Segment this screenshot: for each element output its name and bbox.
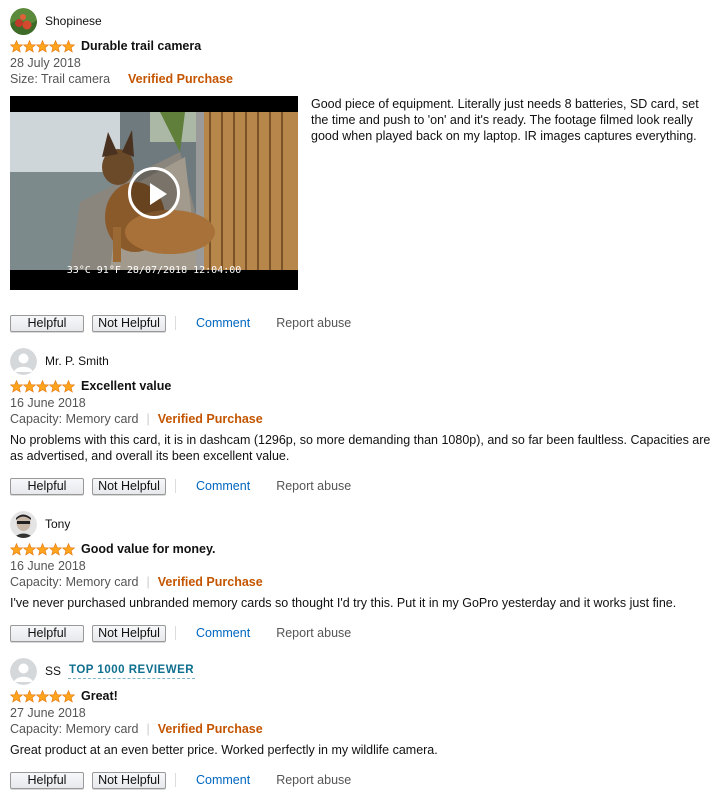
helpful-button[interactable]: Helpful — [10, 477, 84, 495]
star-rating[interactable] — [10, 380, 75, 393]
meta-separator: | — [146, 412, 150, 426]
avatar[interactable] — [10, 7, 37, 35]
star-icon — [62, 690, 75, 703]
star-icon — [49, 543, 62, 556]
star-icon — [36, 543, 49, 556]
review-date: 16 June 2018 — [10, 396, 86, 410]
review-title[interactable]: Good value for money. — [81, 542, 216, 556]
review-3: Tony Good value for money. 16 June 2018 … — [10, 510, 716, 643]
reviewer-name[interactable]: Tony — [45, 517, 70, 531]
verified-purchase-badge: Verified Purchase — [157, 575, 263, 589]
reviewer-profile[interactable]: SS TOP 1000 REVIEWER — [10, 657, 716, 685]
report-abuse-link[interactable]: Report abuse — [276, 479, 351, 493]
video-timestamp-overlay: 33°C 91°F 28/07/2018 12:04:00 — [66, 265, 242, 276]
review-variant: Capacity: Memory card — [10, 412, 139, 426]
review-video[interactable]: 33°C 91°F 28/07/2018 12:04:00 — [10, 96, 298, 290]
not-helpful-button[interactable]: Not Helpful — [92, 624, 166, 642]
review-title[interactable]: Great! — [81, 689, 118, 703]
review-title[interactable]: Durable trail camera — [81, 39, 201, 53]
divider — [175, 479, 176, 493]
star-icon — [62, 40, 75, 53]
reviewer-name[interactable]: SS — [45, 664, 61, 678]
avatar[interactable] — [10, 510, 37, 538]
not-helpful-button[interactable]: Not Helpful — [92, 771, 166, 789]
review-text: No problems with this card, it is in das… — [10, 433, 711, 463]
reviewer-profile[interactable]: Shopinese — [10, 7, 716, 35]
review-variant: Capacity: Memory card — [10, 722, 139, 736]
star-icon — [36, 40, 49, 53]
review-1: Shopinese Durable trail camera 28 July 2… — [10, 7, 716, 87]
star-icon — [23, 380, 36, 393]
review-actions: Helpful Not Helpful Comment Report abuse — [10, 313, 716, 333]
star-icon — [10, 543, 23, 556]
avatar[interactable] — [10, 348, 37, 375]
comment-link[interactable]: Comment — [196, 626, 250, 640]
review-date: 28 July 2018 — [10, 56, 81, 70]
star-icon — [36, 380, 49, 393]
review-actions: Helpful Not Helpful Comment Report abuse — [10, 770, 716, 790]
reviewer-profile[interactable]: Mr. P. Smith — [10, 347, 716, 375]
star-icon — [23, 40, 36, 53]
star-icon — [36, 690, 49, 703]
helpful-button[interactable]: Helpful — [10, 314, 84, 332]
review-date: 16 June 2018 — [10, 559, 86, 573]
star-icon — [10, 40, 23, 53]
review-variant: Capacity: Memory card — [10, 575, 139, 589]
helpful-button[interactable]: Helpful — [10, 771, 84, 789]
star-icon — [49, 380, 62, 393]
review-4: SS TOP 1000 REVIEWER Great! 27 June 2018… — [10, 657, 716, 790]
star-icon — [23, 690, 36, 703]
top-reviewer-badge[interactable]: TOP 1000 REVIEWER — [68, 664, 196, 679]
star-icon — [23, 543, 36, 556]
meta-separator: | — [146, 575, 150, 589]
reviewer-profile[interactable]: Tony — [10, 510, 716, 538]
review-2: Mr. P. Smith Excellent value 16 June 201… — [10, 347, 716, 496]
star-rating[interactable] — [10, 40, 75, 53]
verified-purchase-badge: Verified Purchase — [128, 72, 233, 86]
star-icon — [49, 40, 62, 53]
review-text: I've never purchased unbranded memory ca… — [10, 596, 677, 610]
star-icon — [62, 380, 75, 393]
review-date: 27 June 2018 — [10, 706, 86, 720]
not-helpful-button[interactable]: Not Helpful — [92, 477, 166, 495]
comment-link[interactable]: Comment — [196, 316, 250, 330]
star-rating[interactable] — [10, 690, 75, 703]
divider — [175, 773, 176, 787]
meta-separator: | — [146, 722, 150, 736]
comment-link[interactable]: Comment — [196, 479, 250, 493]
not-helpful-button[interactable]: Not Helpful — [92, 314, 166, 332]
review-title[interactable]: Excellent value — [81, 379, 171, 393]
report-abuse-link[interactable]: Report abuse — [276, 316, 351, 330]
review-text: Good piece of equipment. Literally just … — [311, 97, 699, 143]
verified-purchase-badge: Verified Purchase — [157, 412, 263, 426]
review-text: Great product at an even better price. W… — [10, 743, 438, 757]
reviewer-name[interactable]: Mr. P. Smith — [45, 354, 109, 368]
review-actions: Helpful Not Helpful Comment Report abuse — [10, 476, 716, 496]
divider — [175, 316, 176, 330]
reviewer-name[interactable]: Shopinese — [45, 14, 102, 28]
helpful-button[interactable]: Helpful — [10, 624, 84, 642]
review-variant: Size: Trail camera — [10, 72, 111, 86]
avatar[interactable] — [10, 658, 37, 685]
star-icon — [49, 690, 62, 703]
star-icon — [62, 543, 75, 556]
star-rating[interactable] — [10, 543, 75, 556]
play-icon[interactable] — [128, 167, 180, 219]
star-icon — [10, 690, 23, 703]
report-abuse-link[interactable]: Report abuse — [276, 626, 351, 640]
star-icon — [10, 380, 23, 393]
review-actions: Helpful Not Helpful Comment Report abuse — [10, 623, 716, 643]
verified-purchase-badge: Verified Purchase — [157, 722, 263, 736]
report-abuse-link[interactable]: Report abuse — [276, 773, 351, 787]
comment-link[interactable]: Comment — [196, 773, 250, 787]
divider — [175, 626, 176, 640]
